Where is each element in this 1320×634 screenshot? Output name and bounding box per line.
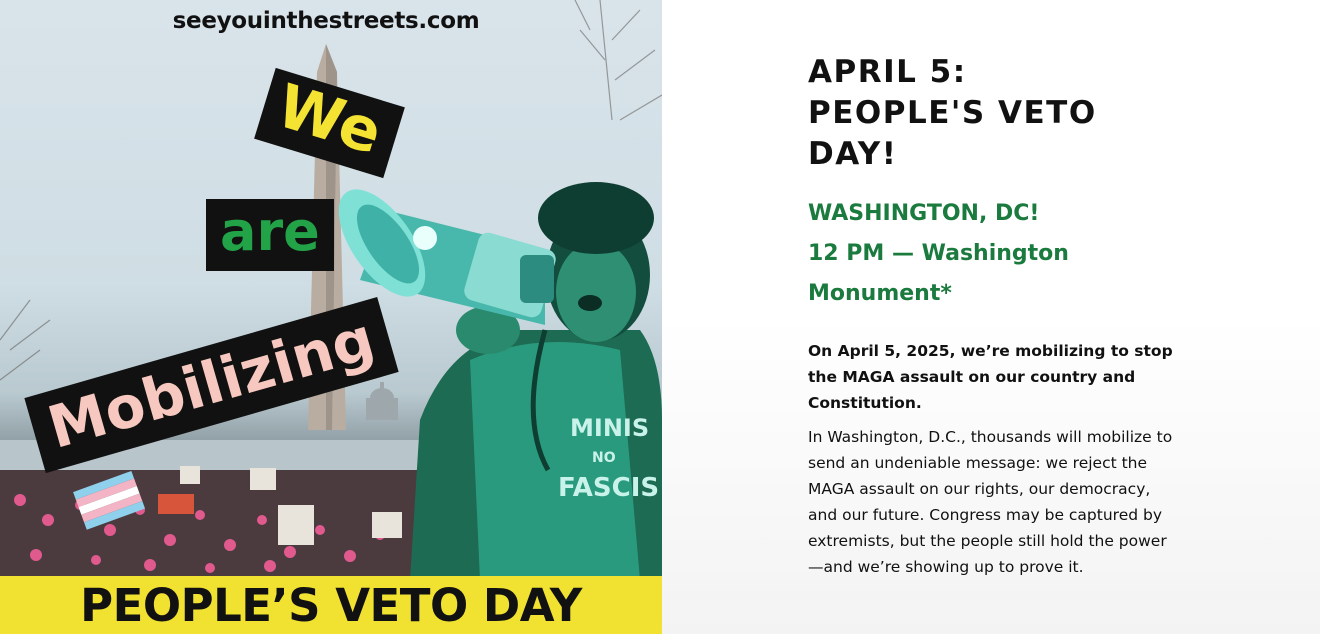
headline-line1: APRIL 5: bbox=[808, 54, 967, 90]
event-location-time: WASHINGTON, DC! 12 PM — Washington Monum… bbox=[808, 194, 1228, 314]
protest-crowd bbox=[0, 466, 470, 580]
poster-banner-text: PEOPLE’S VETO DAY bbox=[80, 578, 582, 632]
capitol-dome bbox=[366, 382, 398, 420]
cutout-are: are bbox=[206, 199, 334, 271]
shirt-line1: MINIS bbox=[570, 414, 649, 442]
intro-paragraph: On April 5, 2025, we’re mobilizing to st… bbox=[808, 342, 1173, 412]
event-headline: APRIL 5: PEOPLE'S VETO DAY! bbox=[808, 52, 1228, 175]
event-time-line1: 12 PM — Washington bbox=[808, 241, 1069, 266]
event-location: WASHINGTON, DC! bbox=[808, 201, 1040, 226]
body-paragraph: In Washington, D.C., thousands will mobi… bbox=[808, 428, 1173, 576]
headline-line3: DAY! bbox=[808, 136, 898, 172]
event-details: APRIL 5: PEOPLE'S VETO DAY! WASHINGTON, … bbox=[662, 0, 1320, 634]
event-time-line2: Monument* bbox=[808, 281, 952, 306]
site-url-text: seeyouinthestreets.com bbox=[172, 8, 480, 34]
headline-line2: PEOPLE'S VETO bbox=[808, 95, 1097, 131]
shirt-line3: FASCIS bbox=[558, 473, 659, 503]
poster-banner: PEOPLE’S VETO DAY bbox=[0, 576, 662, 634]
event-poster-image: MINIS NO FASCIS seeyouinthestreets.com W… bbox=[0, 0, 662, 634]
shirt-line2: NO bbox=[592, 450, 616, 466]
